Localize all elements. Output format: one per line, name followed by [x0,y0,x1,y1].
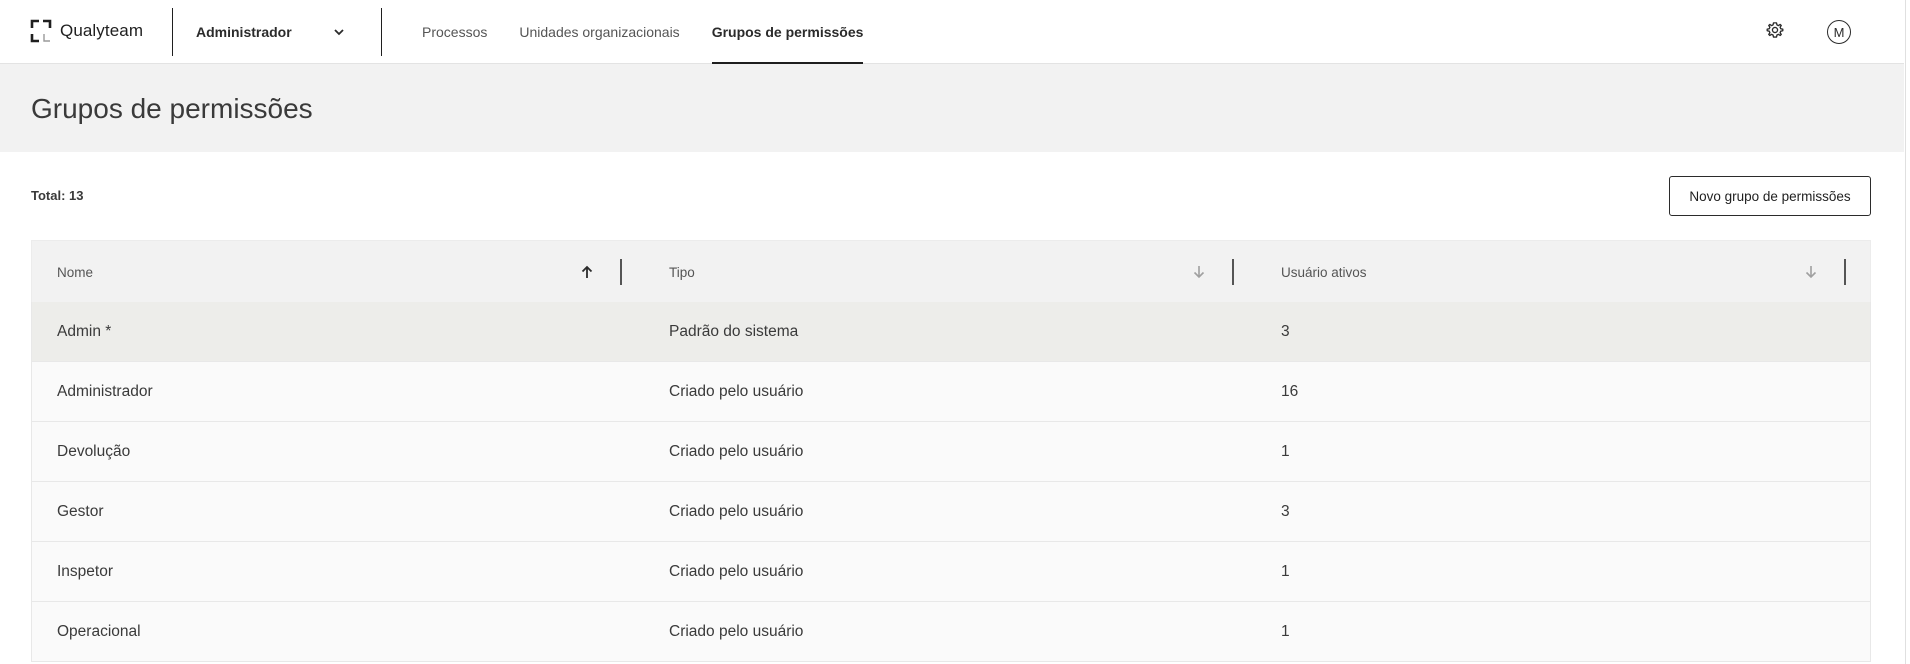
column-resize-handle[interactable] [1844,259,1846,285]
cell-tipo: Criado pelo usuário [669,503,804,520]
user-menu-button[interactable]: M [1827,20,1851,44]
table-row[interactable]: Inspetor Criado pelo usuário 1 [31,542,1871,602]
cell-usuarios-ativos: 3 [1281,503,1290,520]
permission-groups-table: Nome Tipo Usuário ativos Admin * Padrão … [31,240,1871,662]
column-header-nome[interactable]: Nome [57,241,93,303]
cell-nome: Operacional [57,623,141,640]
table-row[interactable]: Administrador Criado pelo usuário 16 [31,362,1871,422]
brand-name: Qualyteam [60,21,144,40]
main-nav: Processos Unidades organizacionais Grupo… [406,0,879,64]
cell-tipo: Criado pelo usuário [669,443,804,460]
cell-nome: Inspetor [57,563,114,580]
cell-tipo: Criado pelo usuário [669,623,804,640]
table-row[interactable]: Operacional Criado pelo usuário 1 [31,602,1871,662]
cell-usuarios-ativos: 1 [1281,443,1290,460]
sort-descending-icon[interactable] [1802,263,1820,281]
cell-usuarios-ativos: 1 [1281,623,1290,640]
column-header-tipo[interactable]: Tipo [669,241,695,303]
nav-item-unidades-organizacionais[interactable]: Unidades organizacionais [503,0,695,64]
cell-usuarios-ativos: 3 [1281,323,1290,340]
organization-selector[interactable]: Administrador [172,0,372,64]
sort-ascending-icon[interactable] [578,263,596,281]
table-header: Nome Tipo Usuário ativos [31,240,1871,302]
table-row[interactable]: Admin * Padrão do sistema 3 [31,302,1871,362]
gear-icon [1766,21,1784,44]
new-permission-group-button[interactable]: Novo grupo de permissões [1669,176,1871,216]
page-header: Grupos de permissões [0,64,1904,152]
cell-usuarios-ativos: 16 [1281,383,1299,400]
chevron-down-icon [332,25,346,39]
cell-nome: Administrador [57,383,153,400]
cell-nome: Devolução [57,443,131,460]
cell-tipo: Padrão do sistema [669,323,799,340]
table-row[interactable]: Devolução Criado pelo usuário 1 [31,422,1871,482]
column-header-usuarios-ativos[interactable]: Usuário ativos [1281,241,1367,303]
cell-usuarios-ativos: 1 [1281,563,1290,580]
nav-item-processos[interactable]: Processos [406,0,503,64]
top-navigation-bar: Qualyteam Administrador Processos Unidad… [0,0,1904,64]
page-title: Grupos de permissões [31,93,313,124]
settings-button[interactable] [1763,20,1787,44]
scrollbar-edge [1905,0,1906,664]
sort-descending-icon[interactable] [1190,263,1208,281]
cell-nome: Admin * [57,323,112,340]
nav-divider [381,8,382,56]
nav-item-grupos-de-permissoes[interactable]: Grupos de permissões [696,0,880,64]
avatar: M [1827,20,1851,44]
column-resize-handle[interactable] [620,259,622,285]
column-resize-handle[interactable] [1232,259,1234,285]
total-count: Total: 13 [31,188,84,203]
cell-nome: Gestor [57,503,104,520]
table-row[interactable]: Gestor Criado pelo usuário 3 [31,482,1871,542]
organization-selector-value: Administrador [196,24,292,40]
brand-logo[interactable]: Qualyteam [30,19,143,43]
qualyteam-logo-icon [30,19,52,43]
cell-tipo: Criado pelo usuário [669,383,804,400]
cell-tipo: Criado pelo usuário [669,563,804,580]
